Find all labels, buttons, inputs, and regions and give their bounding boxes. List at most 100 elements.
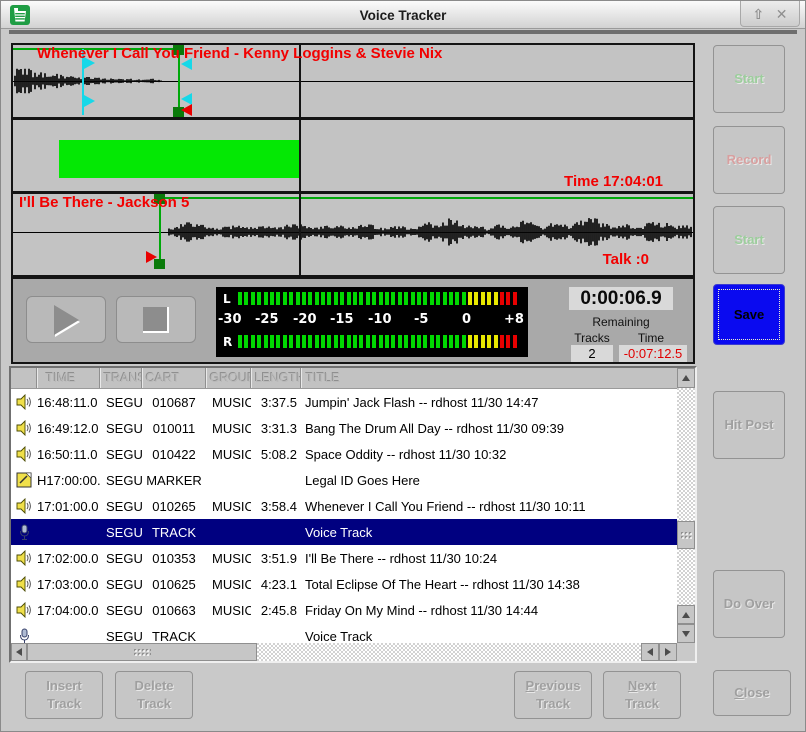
scroll-right-button2[interactable] (659, 643, 677, 661)
window-controls: ⇧ ✕ (740, 1, 800, 27)
cell-title: I'll Be There -- rdhost 11/30 10:24 (301, 551, 677, 566)
talk-time-label: Talk :0 (603, 251, 649, 268)
cell-cart: 010011 (142, 421, 206, 436)
fade-marker-icon[interactable] (84, 95, 95, 107)
speaker-icon (11, 394, 37, 410)
vertical-scrollbar (677, 368, 695, 643)
meter-right-label: R (223, 335, 232, 349)
vscroll-thumb[interactable] (677, 521, 695, 549)
header-length[interactable]: LENGTH (251, 368, 301, 388)
cell-trans: SEGUE (100, 499, 142, 514)
mic-icon (11, 628, 37, 644)
table-row[interactable]: 16:48:11.0SEGUE010687MUSIC3:37.5Jumpin' … (11, 389, 677, 415)
track1-waveform-pane[interactable]: Whenever I Call You Friend - Kenny Loggi… (13, 45, 693, 120)
cell-group: MUSIC (206, 551, 251, 566)
table-row[interactable]: 16:50:11.0SEGUE010422MUSIC5:08.2Space Od… (11, 441, 677, 467)
record-button[interactable]: Record (713, 126, 785, 194)
cell-title: Voice Track (301, 525, 677, 540)
stop-icon (143, 307, 169, 333)
titlebar: Voice Tracker ⇧ ✕ (1, 1, 805, 29)
previous-track-button[interactable]: Previous Track (514, 671, 592, 719)
speaker-icon (11, 576, 37, 592)
elapsed-time-display: 0:00:06.9 (569, 287, 673, 310)
table-row[interactable]: 16:49:12.0SEGUE010011MUSIC3:31.3Bang The… (11, 415, 677, 441)
cell-title: Whenever I Call You Friend -- rdhost 11/… (301, 499, 677, 514)
table-row[interactable]: SEGUETRACKVoice Track (11, 519, 677, 545)
cell-title: Jumpin' Jack Flash -- rdhost 11/30 14:47 (301, 395, 677, 410)
do-over-button[interactable]: Do Over (713, 570, 785, 638)
cell-cart: 010265 (142, 499, 206, 514)
speaker-icon (11, 602, 37, 618)
scroll-left-button[interactable] (11, 643, 27, 661)
cell-trans: SEGUE (100, 629, 142, 644)
table-row[interactable]: 17:03:00.0SEGUE010625MUSIC4:23.1Total Ec… (11, 571, 677, 597)
vscroll-track[interactable] (677, 388, 695, 605)
shade-icon[interactable]: ⇧ (753, 7, 765, 21)
cell-trans: SEGUE (100, 603, 142, 618)
cell-time: 17:02:00.0 (37, 551, 100, 566)
table-rows: 16:48:11.0SEGUE010687MUSIC3:37.5Jumpin' … (11, 389, 677, 643)
audio-level-meter: L -30 -25 -20 -15 -10 -5 0 +8 R (216, 287, 528, 357)
cell-cart: 010687 (142, 395, 206, 410)
cell-title: Voice Track (301, 629, 677, 644)
cell-length: 5:08.2 (251, 447, 301, 462)
start-track2-button[interactable]: Start (713, 206, 785, 274)
cell-group: MUSIC (206, 395, 251, 410)
delete-track-button[interactable]: Delete Track (115, 671, 193, 719)
play-icon (54, 305, 79, 335)
save-button[interactable]: Save (713, 284, 785, 345)
meter-left-bar (238, 292, 517, 305)
table-row[interactable]: 17:02:00.0SEGUE010353MUSIC3:51.9I'll Be … (11, 545, 677, 571)
hscroll-thumb[interactable] (27, 643, 257, 661)
insert-track-button[interactable]: Insert Track (25, 671, 103, 719)
cell-title: Space Oddity -- rdhost 11/30 10:32 (301, 447, 677, 462)
speaker-icon (11, 446, 37, 462)
table-row[interactable]: 17:04:00.0SEGUE010663MUSIC2:45.8Friday O… (11, 597, 677, 623)
play-button[interactable] (26, 296, 106, 343)
hit-post-button[interactable]: Hit Post (713, 391, 785, 459)
scroll-down-button[interactable] (677, 624, 695, 643)
cell-cart: TRACK (142, 629, 206, 644)
horizontal-scrollbar (11, 643, 677, 661)
cell-cart: MARKER (142, 473, 206, 488)
cell-group: MUSIC (206, 577, 251, 592)
start-marker-icon[interactable] (146, 251, 157, 263)
voicetrack-pane[interactable]: Time 17:04:01 (13, 120, 693, 194)
cell-trans: SEGUE (100, 421, 142, 436)
voice-track-region[interactable] (59, 140, 299, 178)
cell-length: 3:58.4 (251, 499, 301, 514)
scroll-left-button2[interactable] (641, 643, 659, 661)
header-time[interactable]: TIME (37, 368, 100, 388)
header-trans[interactable]: TRANS (100, 368, 142, 388)
start-track1-button[interactable]: Start (713, 45, 785, 113)
end-marker-icon[interactable] (181, 104, 192, 116)
header-icon-col[interactable] (11, 368, 37, 388)
scroll-up-button[interactable] (677, 368, 695, 388)
hscroll-track[interactable] (257, 643, 641, 661)
table-row[interactable]: 17:01:00.0SEGUE010265MUSIC3:58.4Whenever… (11, 493, 677, 519)
segue-end-line (161, 197, 693, 199)
cell-length: 2:45.8 (251, 603, 301, 618)
stop-button[interactable] (116, 296, 196, 343)
close-button[interactable]: Close (713, 670, 791, 716)
cell-cart: 010663 (142, 603, 206, 618)
playhead-divider (299, 45, 301, 275)
header-title[interactable]: TITLE (301, 368, 677, 388)
cell-cart: 010625 (142, 577, 206, 592)
track1-title: Whenever I Call You Friend - Kenny Loggi… (37, 45, 442, 62)
cell-trans: SEGUE (100, 395, 142, 410)
header-cart[interactable]: CART (142, 368, 206, 388)
cell-length: 3:37.5 (251, 395, 301, 410)
cell-trans: SEGUE (100, 577, 142, 592)
table-row[interactable]: SEGUETRACK Voice Track (11, 623, 677, 643)
meter-scale: -30 -25 -20 -15 -10 -5 0 +8 (216, 312, 528, 326)
close-icon[interactable]: ✕ (776, 7, 788, 21)
cell-length: 4:23.1 (251, 577, 301, 592)
cell-cart: TRACK (142, 525, 206, 540)
header-group[interactable]: GROUP (206, 368, 251, 388)
scroll-up-button2[interactable] (677, 605, 695, 624)
track2-waveform-pane[interactable]: I'll Be There - Jackson 5 Talk :0 (13, 194, 693, 269)
table-row[interactable]: H17:00:00.0SEGUEMARKERLegal ID Goes Here (11, 467, 677, 493)
cell-trans: SEGUE (100, 551, 142, 566)
next-track-button[interactable]: Next Track (603, 671, 681, 719)
